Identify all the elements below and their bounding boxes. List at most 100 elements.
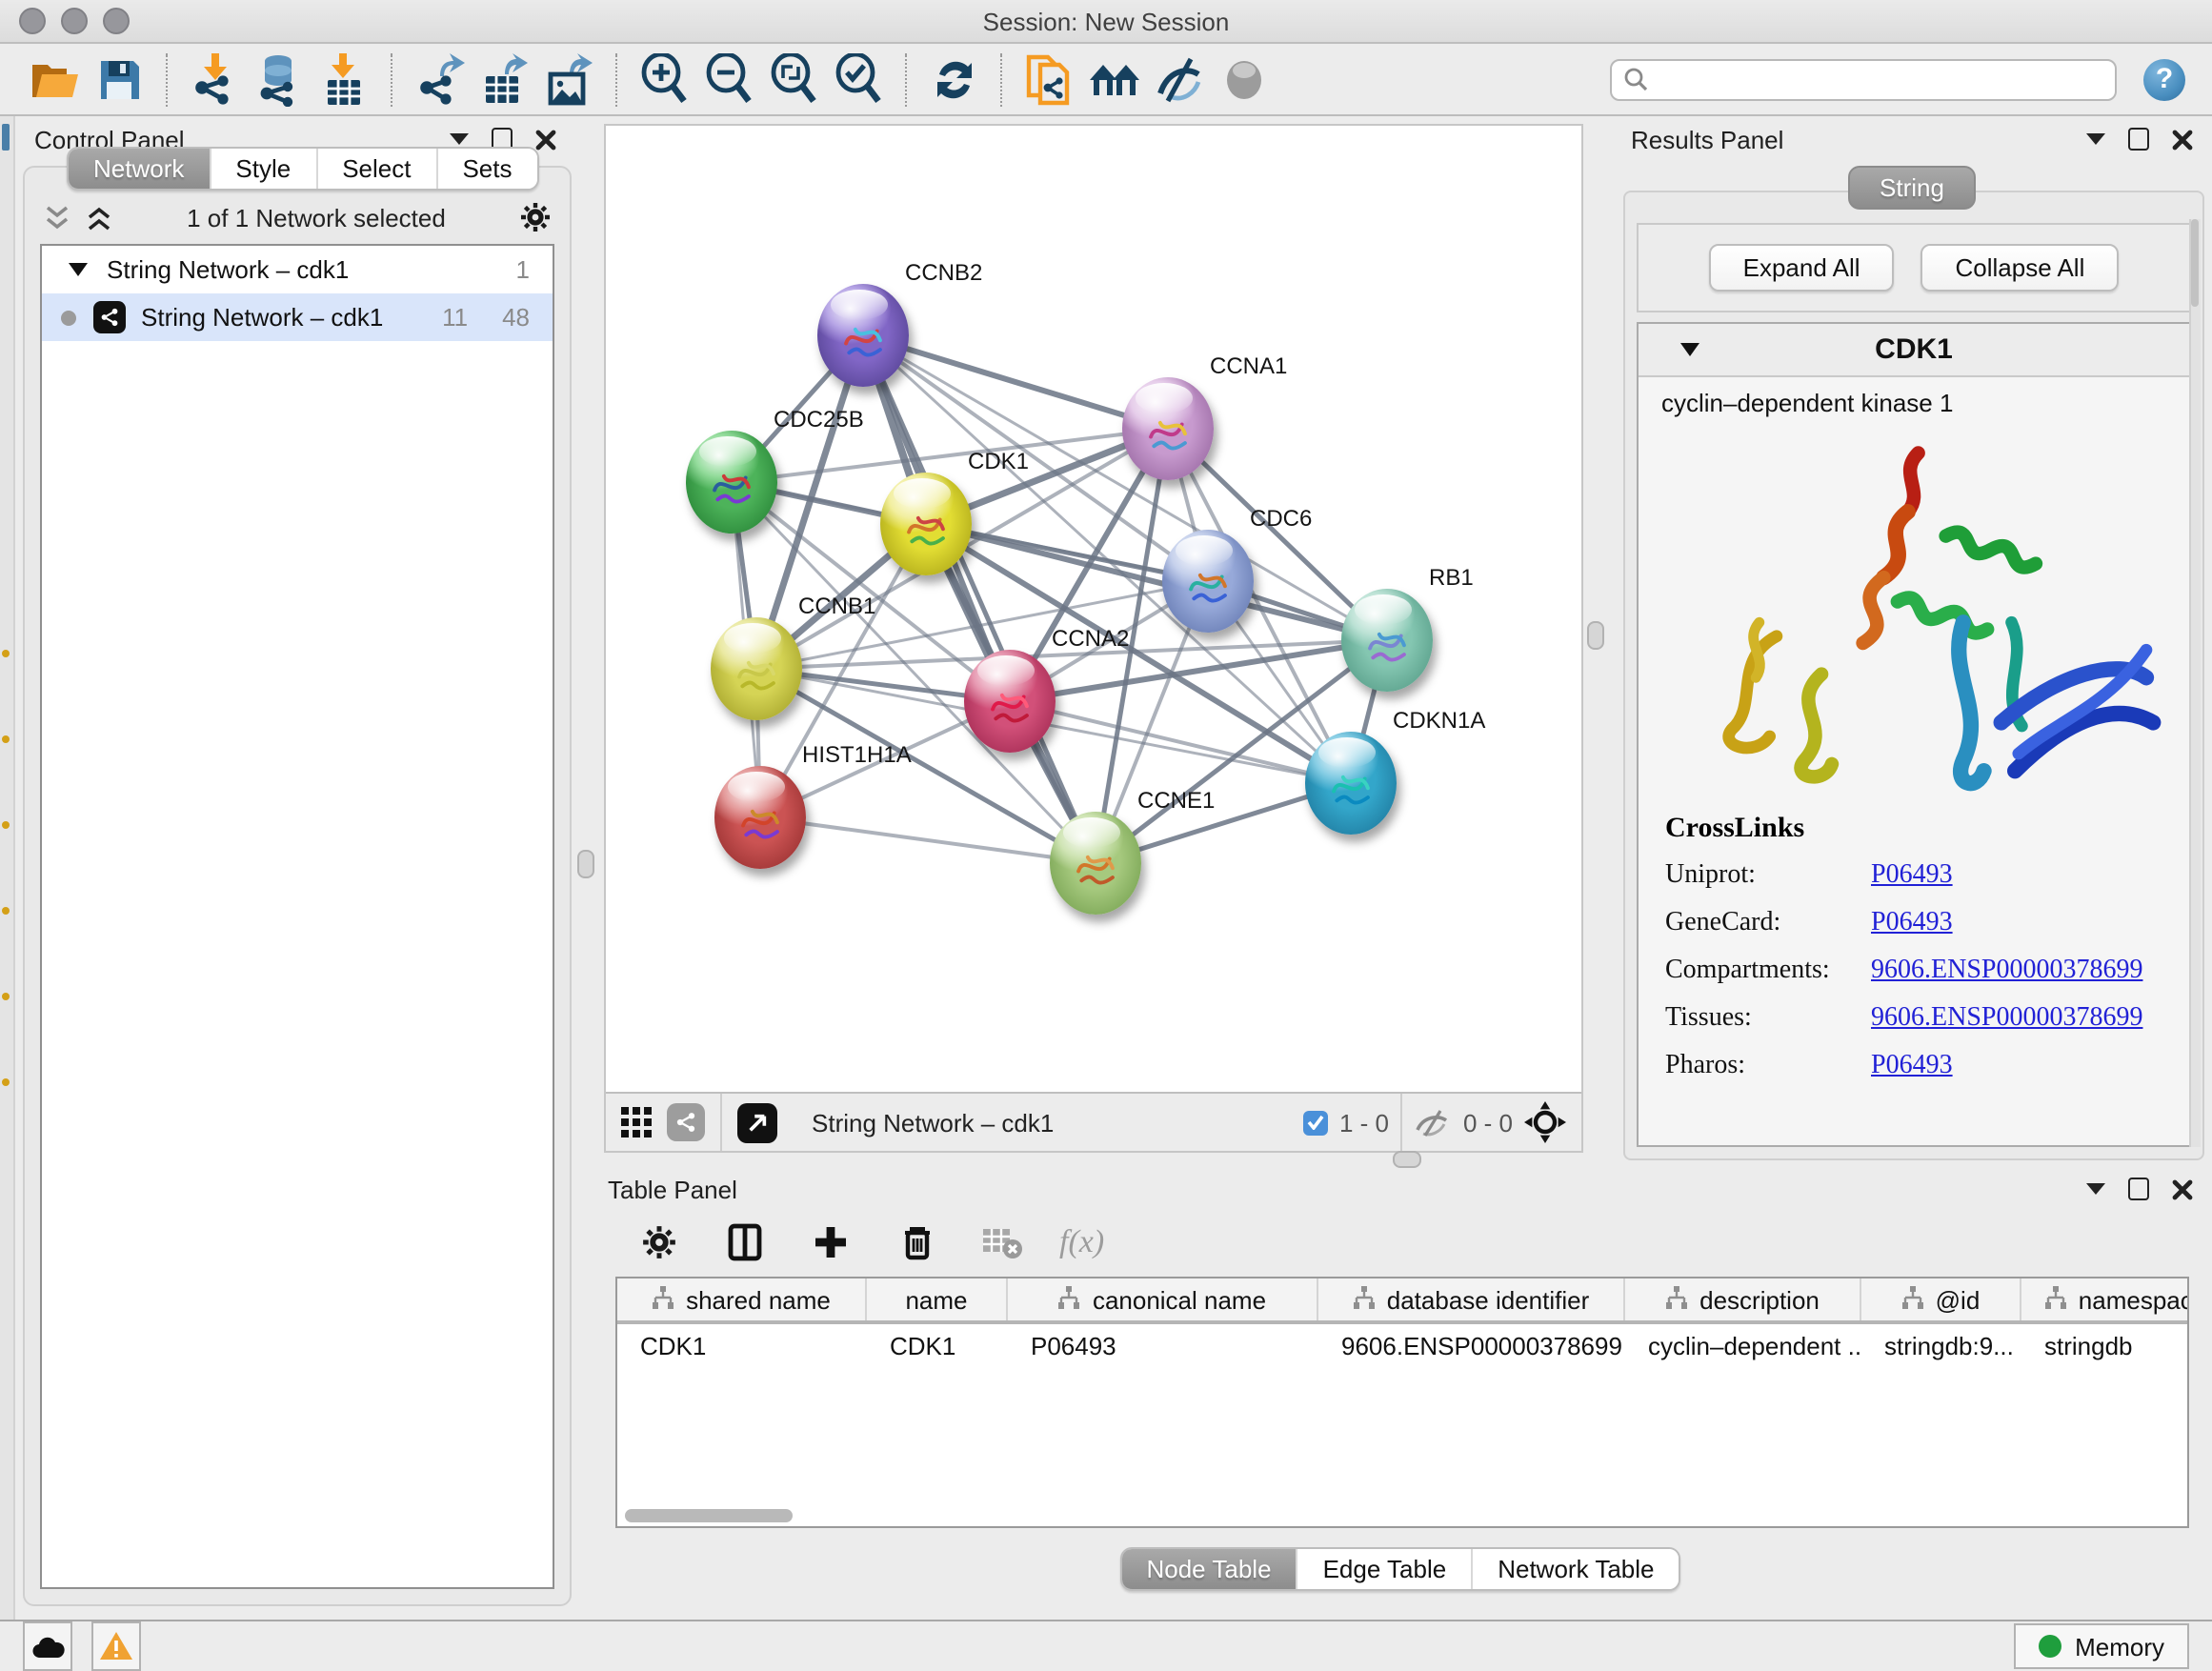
cell-description[interactable]: cyclin–dependent ...	[1625, 1324, 1861, 1366]
birds-eye-view-icon[interactable]	[1524, 1101, 1566, 1143]
tab-string[interactable]: String	[1847, 166, 1977, 210]
tab-style[interactable]: Style	[209, 149, 315, 189]
tab-node-table[interactable]: Node Table	[1121, 1549, 1296, 1589]
network-node-rb1[interactable]	[1341, 589, 1433, 692]
right-splitter-grip[interactable]	[1587, 621, 1604, 650]
section-collapse-icon[interactable]	[1680, 343, 1699, 356]
crosslink-value-link[interactable]: P06493	[1871, 861, 1953, 892]
import-table-icon[interactable]	[316, 52, 373, 106]
open-session-icon[interactable]	[27, 52, 84, 106]
hide-unhide-icon[interactable]	[1151, 52, 1208, 106]
crosslink-value-link[interactable]: P06493	[1871, 909, 1953, 939]
delete-column-icon[interactable]	[888, 1216, 945, 1269]
network-node-cdc25b[interactable]	[686, 431, 777, 534]
horizontal-splitter-grip[interactable]	[1393, 1151, 1421, 1168]
memory-button[interactable]: Memory	[2014, 1623, 2189, 1669]
cell-shared-name[interactable]: CDK1	[617, 1324, 867, 1366]
panel-close-icon[interactable]	[2172, 1178, 2193, 1199]
column-header-shared-name[interactable]: shared name	[617, 1278, 867, 1320]
node-section-header[interactable]: CDK1	[1639, 324, 2189, 375]
column-header-description[interactable]: description	[1625, 1278, 1861, 1320]
grid-view-icon[interactable]	[621, 1107, 652, 1137]
table-panel-tabs: Node TableEdge TableNetwork Table	[1119, 1547, 1680, 1591]
refresh-view-icon[interactable]	[926, 52, 983, 106]
column-header-database-identifier[interactable]: database identifier	[1318, 1278, 1625, 1320]
network-canvas[interactable]: CCNB2CCNA1CDC25BCDK1CDC6RB1CCNB1CCNA2CDK…	[604, 124, 1583, 1153]
results-scrollbar[interactable]	[2189, 219, 2201, 1147]
panel-menu-icon[interactable]	[2086, 133, 2105, 145]
cell-name[interactable]: CDK1	[867, 1324, 1008, 1366]
network-node-ccna2[interactable]	[964, 650, 1056, 753]
zoom-selected-icon[interactable]	[831, 52, 888, 106]
export-network-icon[interactable]	[412, 52, 469, 106]
network-node-ccnb2[interactable]	[817, 284, 909, 387]
column-header--id[interactable]: @id	[1861, 1278, 2021, 1320]
panel-menu-icon[interactable]	[2086, 1183, 2105, 1195]
table-options-gear-icon[interactable]	[631, 1216, 688, 1269]
expand-all-icon[interactable]	[86, 205, 112, 230]
crosslink-value-link[interactable]: 9606.ENSP00000378699	[1871, 956, 2142, 987]
network-collection-row[interactable]: String Network – cdk1 1	[42, 246, 553, 293]
left-splitter-grip[interactable]	[577, 850, 594, 878]
collection-expand-icon[interactable]	[69, 263, 88, 276]
zoom-in-icon[interactable]	[636, 52, 694, 106]
cell-database-identifier[interactable]: 9606.ENSP00000378699	[1318, 1324, 1625, 1366]
panel-menu-icon[interactable]	[450, 133, 469, 145]
toolbar-search[interactable]	[1610, 58, 2117, 100]
tab-select[interactable]: Select	[315, 149, 435, 189]
network-node-hist1h1a[interactable]	[714, 766, 806, 869]
node-shine	[1063, 817, 1120, 848]
export-image-icon[interactable]	[541, 52, 598, 106]
collapse-all-icon[interactable]	[44, 205, 70, 230]
network-node-cdc6[interactable]	[1162, 530, 1254, 633]
network-share-view-icon[interactable]	[667, 1103, 705, 1141]
tab-network[interactable]: Network	[69, 149, 209, 189]
table-toolbar: f(x)	[589, 1212, 2212, 1273]
import-network-icon[interactable]	[187, 52, 244, 106]
column-header-namespace[interactable]: namespace	[2021, 1278, 2189, 1320]
panel-float-icon[interactable]	[2128, 1178, 2149, 1200]
share-document-icon[interactable]	[1021, 52, 1078, 106]
search-input[interactable]	[1656, 64, 2103, 94]
column-header-canonical-name[interactable]: canonical name	[1008, 1278, 1318, 1320]
save-session-icon[interactable]	[91, 52, 149, 106]
expand-all-button[interactable]: Expand All	[1709, 244, 1895, 292]
tab-sets[interactable]: Sets	[435, 149, 536, 189]
network-options-gear-icon[interactable]	[520, 202, 551, 232]
network-node-ccne1[interactable]	[1050, 812, 1141, 915]
detach-view-icon[interactable]	[737, 1102, 777, 1142]
network-row[interactable]: String Network – cdk1 11 48	[42, 293, 553, 341]
zoom-out-icon[interactable]	[701, 52, 758, 106]
network-selected-status: 1 of 1 Network selected	[128, 203, 505, 232]
network-node-cdk1[interactable]	[880, 473, 972, 575]
network-node-ccna1[interactable]	[1122, 377, 1214, 480]
help-button[interactable]: ?	[2143, 58, 2185, 100]
cell-canonical-name[interactable]: P06493	[1008, 1324, 1318, 1366]
panel-float-icon[interactable]	[2128, 128, 2149, 151]
node-label-cdc6: CDC6	[1250, 505, 1312, 532]
selected-nodes-checkbox-icon[interactable]	[1303, 1110, 1328, 1135]
tab-network-table[interactable]: Network Table	[1471, 1549, 1679, 1589]
add-column-icon[interactable]	[802, 1216, 859, 1269]
zoom-fit-icon[interactable]	[766, 52, 823, 106]
home-networks-icon[interactable]	[1086, 52, 1143, 106]
export-table-icon[interactable]	[476, 52, 533, 106]
cell--id[interactable]: stringdb:9...	[1861, 1324, 2021, 1366]
column-header-name[interactable]: name	[867, 1278, 1008, 1320]
import-network-from-database-icon[interactable]	[251, 52, 309, 106]
network-node-cdkn1a[interactable]	[1305, 732, 1397, 835]
collapse-all-button[interactable]: Collapse All	[1921, 244, 2120, 292]
network-node-ccnb1[interactable]	[711, 617, 802, 720]
eye-icon[interactable]	[1216, 52, 1273, 106]
network-view[interactable]: CCNB2CCNA1CDC25BCDK1CDC6RB1CCNB1CCNA2CDK…	[606, 126, 1581, 1096]
warnings-button[interactable]	[91, 1621, 141, 1671]
panel-close-icon[interactable]	[2172, 129, 2193, 150]
cloud-button[interactable]	[23, 1621, 72, 1671]
tab-edge-table[interactable]: Edge Table	[1297, 1549, 1472, 1589]
cell-namespace[interactable]: stringdb	[2021, 1324, 2189, 1366]
show-column-icon[interactable]	[716, 1216, 774, 1269]
crosslink-value-link[interactable]: P06493	[1871, 1052, 1953, 1082]
crosslink-label: Pharos:	[1665, 1052, 1871, 1082]
table-horizontal-scrollbar[interactable]	[625, 1509, 793, 1522]
crosslink-value-link[interactable]: 9606.ENSP00000378699	[1871, 1004, 2142, 1035]
